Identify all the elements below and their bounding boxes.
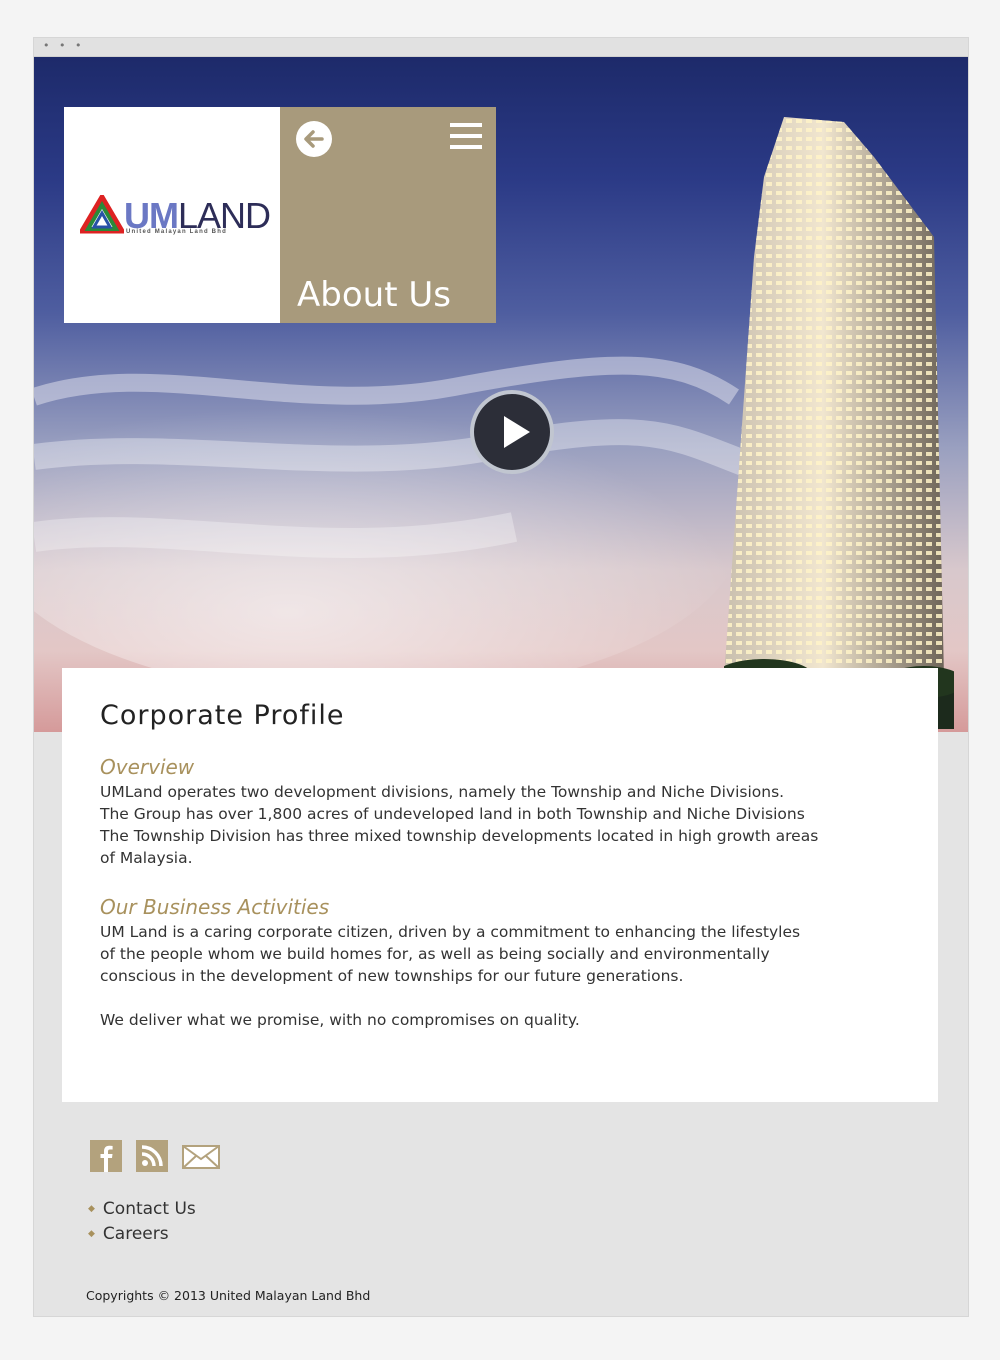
logo-panel[interactable]: UMLAND United Malayan Land Bhd bbox=[64, 107, 280, 323]
logo-tagline: United Malayan Land Bhd bbox=[126, 229, 227, 235]
overview-text: UMLand operates two development division… bbox=[100, 781, 900, 869]
footer-links: ◆ Contact Us ◆ Careers bbox=[88, 1197, 196, 1247]
social-links bbox=[90, 1140, 220, 1172]
copyright-text: Copyrights © 2013 United Malayan Land Bh… bbox=[86, 1288, 371, 1303]
page-title-panel: About Us bbox=[280, 107, 496, 323]
business-activities-heading: Our Business Activities bbox=[100, 895, 330, 919]
footer-link-label: Contact Us bbox=[102, 1199, 196, 1219]
section-heading: Corporate Profile bbox=[100, 700, 345, 731]
business-line: of the people whom we build homes for, a… bbox=[100, 945, 770, 963]
back-button[interactable] bbox=[296, 121, 332, 157]
umland-logo-icon bbox=[80, 195, 124, 234]
arrow-left-icon bbox=[304, 130, 324, 148]
overview-heading: Overview bbox=[100, 755, 195, 779]
diamond-bullet-icon: ◆ bbox=[88, 1229, 95, 1239]
window-chrome: • • • bbox=[34, 38, 968, 57]
video-play-button[interactable] bbox=[470, 390, 554, 474]
business-line: conscious in the development of new town… bbox=[100, 967, 684, 985]
rss-icon[interactable] bbox=[136, 1140, 168, 1172]
overview-line: of Malaysia. bbox=[100, 849, 193, 867]
footer: ◆ Contact Us ◆ Careers Copyrights © 2013 U… bbox=[34, 1102, 968, 1316]
mail-icon[interactable] bbox=[182, 1140, 220, 1172]
play-icon bbox=[504, 416, 530, 448]
overview-line: UMLand operates two development division… bbox=[100, 783, 785, 801]
hamburger-menu-icon[interactable] bbox=[450, 123, 484, 153]
promise-text: We deliver what we promise, with no comp… bbox=[100, 1011, 580, 1029]
facebook-icon[interactable] bbox=[90, 1140, 122, 1172]
footer-link-careers[interactable]: ◆ Careers bbox=[88, 1222, 196, 1247]
business-activities-text: UM Land is a caring corporate citizen, d… bbox=[100, 921, 900, 987]
overview-line: The Township Division has three mixed to… bbox=[100, 827, 819, 845]
diamond-bullet-icon: ◆ bbox=[88, 1204, 95, 1214]
business-line: UM Land is a caring corporate citizen, d… bbox=[100, 923, 801, 941]
page-title: About Us bbox=[297, 275, 451, 315]
footer-link-contact-us[interactable]: ◆ Contact Us bbox=[88, 1197, 196, 1222]
footer-link-label: Careers bbox=[102, 1224, 169, 1244]
hero-banner: UMLAND United Malayan Land Bhd About Us bbox=[34, 57, 968, 732]
overview-line: The Group has over 1,800 acres of undeve… bbox=[100, 805, 805, 823]
corporate-profile-card: Corporate Profile Overview UMLand operat… bbox=[62, 668, 938, 1102]
window-dots: • • • bbox=[43, 39, 85, 52]
browser-frame: • • • UMLAND United Malayan Land Bhd Abo… bbox=[33, 37, 969, 1317]
condominium-tower-image bbox=[724, 117, 954, 729]
